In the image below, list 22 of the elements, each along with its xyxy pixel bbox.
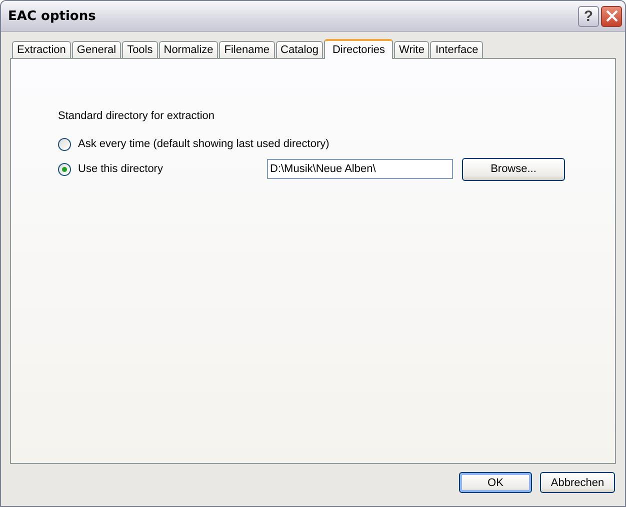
tab[interactable]: Extraction [12, 41, 71, 58]
dialog-button[interactable]: OK [459, 472, 532, 493]
tab[interactable]: Filename [219, 41, 275, 58]
browse-button[interactable]: Browse... [462, 158, 565, 180]
radio-button[interactable] [58, 162, 71, 176]
tab[interactable]: Interface [430, 41, 484, 58]
help-button[interactable]: ? [578, 6, 599, 26]
window-title: EAC options [8, 8, 96, 24]
group-label: Standard directory for extraction [58, 110, 216, 122]
close-icon [606, 10, 618, 22]
option-label: Ask every time (default showing last used directory) [78, 138, 330, 150]
tab[interactable]: Catalog [276, 41, 324, 58]
option-label: Use this directory [78, 163, 164, 175]
tab[interactable]: Directories [324, 39, 394, 59]
directory-field[interactable]: D:\Musik\Neue Alben\ [267, 159, 453, 179]
tab[interactable]: Write [394, 41, 430, 58]
close-button[interactable] [601, 6, 622, 26]
radio-button[interactable] [58, 138, 71, 150]
tab[interactable]: Normalize [158, 41, 218, 58]
dialog-button[interactable]: Abbrechen [540, 472, 615, 493]
tab[interactable]: Tools [122, 41, 158, 58]
tab[interactable]: General [72, 41, 122, 58]
